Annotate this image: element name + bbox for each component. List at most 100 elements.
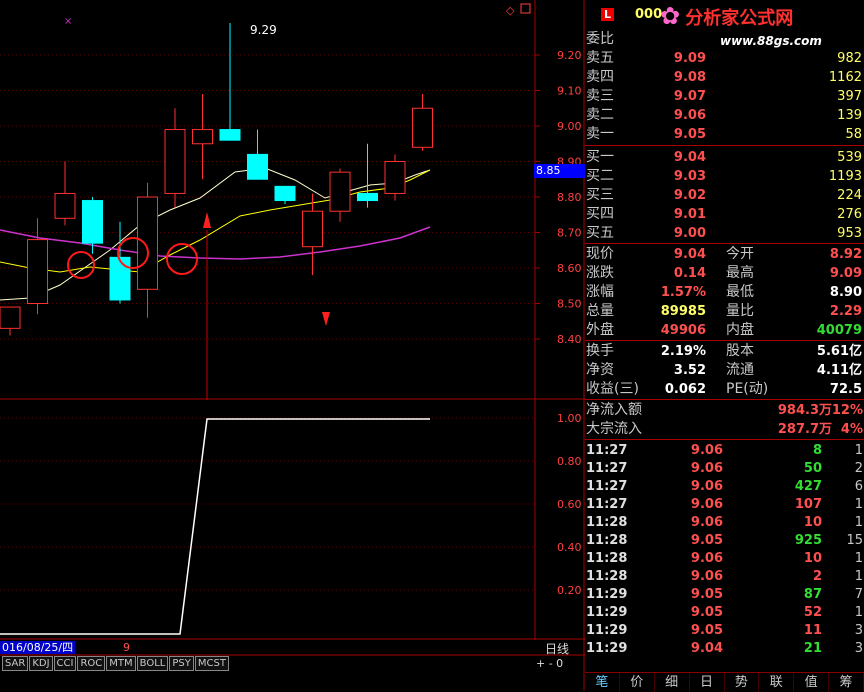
- tick-row: 11:29 9.05 52 1: [585, 603, 864, 622]
- stat-label: 股本: [726, 343, 754, 359]
- ask-label: 卖三: [586, 88, 614, 104]
- ask-label: 卖一: [586, 126, 614, 142]
- indicator-tab-mcst[interactable]: MCST: [194, 656, 229, 671]
- indicator-tab-roc[interactable]: ROC: [77, 656, 106, 671]
- stat-value: 4.11亿: [816, 363, 862, 378]
- tick-row: 11:27 9.06 8 1: [585, 441, 864, 460]
- bottom-tab-7[interactable]: 筹: [829, 673, 864, 692]
- indicator-tab-mtm[interactable]: MTM: [106, 656, 136, 671]
- tick-time: 11:29: [586, 641, 628, 656]
- tick-count: 7: [854, 587, 863, 602]
- zoom-controls[interactable]: + - 0: [536, 657, 563, 670]
- ask-label: 卖五: [586, 50, 614, 66]
- candle-body: [247, 153, 268, 180]
- tick-time: 11:28: [586, 533, 628, 548]
- indicator-tick-label: 0.80: [557, 455, 582, 468]
- high-label: 9.29: [250, 23, 277, 37]
- bid-row: 买一 9.04 539: [585, 148, 864, 167]
- indicator-tab-psy[interactable]: PSY: [169, 656, 194, 671]
- tick-time: 11:29: [586, 605, 628, 620]
- ask-row: 卖二 9.06 139: [585, 106, 864, 125]
- tick-volume: 52: [803, 605, 822, 620]
- ask-volume: 139: [837, 108, 862, 123]
- flow-pct: 4%: [840, 422, 863, 437]
- stat-label: 换手: [586, 343, 614, 359]
- stat-label: PE(动): [726, 381, 769, 397]
- tick-row: 11:28 9.05 925 15: [585, 531, 864, 550]
- bid-price: 9.03: [673, 169, 706, 184]
- bottom-tab-5[interactable]: 联: [759, 673, 795, 692]
- indicator-tick-label: 0.60: [557, 498, 582, 511]
- price-tick-label: 9.00: [557, 120, 582, 133]
- candle-body: [357, 192, 378, 202]
- badge: L: [601, 8, 614, 21]
- ask-price: 9.07: [673, 89, 706, 104]
- price-tick-label: 8.50: [557, 298, 582, 311]
- tick-count: 6: [854, 479, 863, 494]
- indicator-tab-boll[interactable]: BOLL: [136, 656, 169, 671]
- stat-value: 72.5: [829, 382, 862, 397]
- stat-value: 0.14: [673, 266, 706, 281]
- tick-count: 1: [854, 443, 863, 458]
- bid-volume: 1193: [828, 169, 862, 184]
- bid-label: 买五: [586, 225, 614, 241]
- indicator-tab-cci[interactable]: CCI: [53, 656, 77, 671]
- stat-value: 8.90: [829, 285, 862, 300]
- stat-label: 流通: [726, 362, 754, 378]
- candle-body: [109, 256, 131, 301]
- stat-value: 40079: [816, 323, 862, 338]
- stat-label: 外盘: [586, 322, 614, 338]
- indicator-tab-sar[interactable]: SAR: [2, 656, 29, 671]
- flow-value: 287.7万: [777, 422, 832, 437]
- period-label[interactable]: 日线: [545, 640, 569, 657]
- tick-volume: 10: [803, 551, 822, 566]
- tick-time: 11:27: [586, 497, 628, 512]
- stat-label: 今开: [726, 246, 754, 262]
- price-tick-label: 9.10: [557, 85, 582, 98]
- candle-body: [412, 107, 433, 148]
- indicator-tab-kdj[interactable]: KDJ: [29, 656, 53, 671]
- bid-volume: 953: [837, 226, 862, 241]
- date-label: 016/08/25/四: [0, 641, 76, 654]
- bottom-tab-0[interactable]: 笔: [585, 673, 620, 692]
- tick-count: 3: [854, 641, 863, 656]
- stat-value: 3.52: [673, 363, 706, 378]
- bid-volume: 539: [837, 150, 862, 165]
- tick-row: 11:27 9.06 427 6: [585, 477, 864, 496]
- bid-row: 买二 9.03 1193: [585, 167, 864, 186]
- tick-count: 1: [854, 605, 863, 620]
- flow-row: 大宗流入 287.7万 4%: [585, 420, 864, 439]
- flow-label: 净流入额: [586, 402, 642, 418]
- tick-volume: 107: [794, 497, 822, 512]
- ask-label: 卖四: [586, 69, 614, 85]
- tick-time: 11:28: [586, 515, 628, 530]
- price-tick-label: 8.60: [557, 262, 582, 275]
- stat-value: 2.29: [829, 304, 862, 319]
- logo-url: www.88gs.com: [720, 34, 822, 48]
- stat-value: 8.92: [829, 247, 862, 262]
- bottom-tab-3[interactable]: 日: [690, 673, 725, 692]
- indicator-tick-label: 1.00: [557, 412, 582, 425]
- diamond-icon: ◇: [506, 4, 515, 17]
- tick-row: 11:29 9.05 87 7: [585, 585, 864, 604]
- candle-body: [274, 185, 296, 202]
- tick-volume: 21: [803, 641, 822, 656]
- ask-volume: 982: [837, 51, 862, 66]
- stat-row: 涨跌 0.14 最高 9.09: [585, 264, 864, 283]
- bottom-tab-1[interactable]: 价: [620, 673, 655, 692]
- flow-row: 净流入额 984.3万 12%: [585, 401, 864, 420]
- candle-body: [302, 210, 323, 248]
- ask-row: 卖五 9.09 982: [585, 49, 864, 68]
- tick-price: 9.06: [690, 443, 723, 458]
- stat-value: 9.04: [673, 247, 706, 262]
- stat-row: 净资 3.52 流通 4.11亿: [585, 361, 864, 380]
- bottom-tab-4[interactable]: 势: [725, 673, 760, 692]
- tick-price: 9.05: [690, 533, 723, 548]
- bottom-tab-6[interactable]: 值: [794, 673, 830, 692]
- stat-row: 收益(三) 0.062 PE(动) 72.5: [585, 380, 864, 399]
- stat-row: 换手 2.19% 股本 5.61亿: [585, 342, 864, 361]
- bottom-tab-2[interactable]: 细: [655, 673, 690, 692]
- stat-label: 最低: [726, 284, 754, 300]
- candlestick-chart[interactable]: 9.209.109.008.908.808.708.608.508.40 1.0…: [0, 0, 585, 691]
- tick-count: 1: [854, 569, 863, 584]
